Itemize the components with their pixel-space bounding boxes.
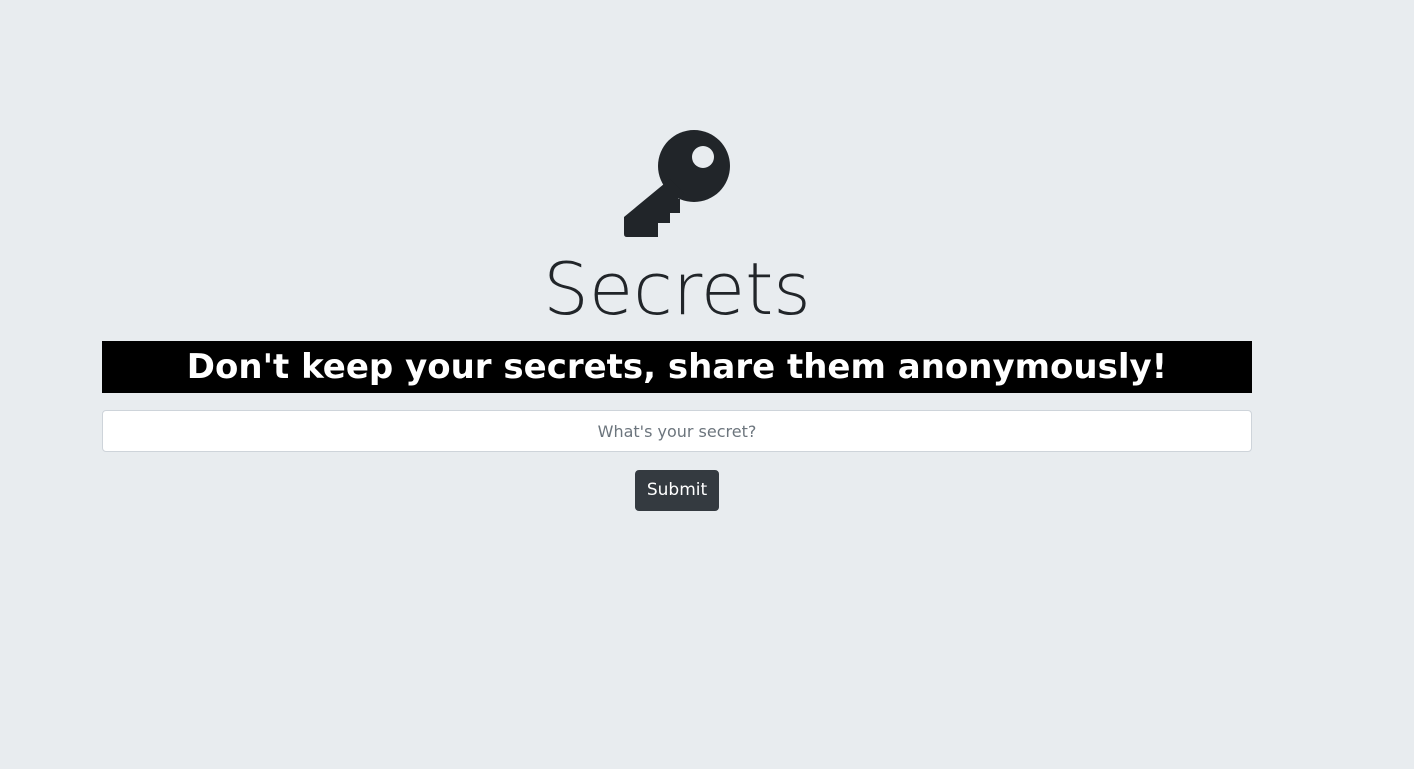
secrets-page: Secrets Don't keep your secrets, share t… xyxy=(0,0,1414,769)
tagline-banner: Don't keep your secrets, share them anon… xyxy=(102,341,1252,393)
key-icon xyxy=(622,129,732,239)
page-title: Secrets xyxy=(543,247,811,331)
secret-input[interactable] xyxy=(102,410,1252,452)
submit-button[interactable]: Submit xyxy=(635,470,719,511)
